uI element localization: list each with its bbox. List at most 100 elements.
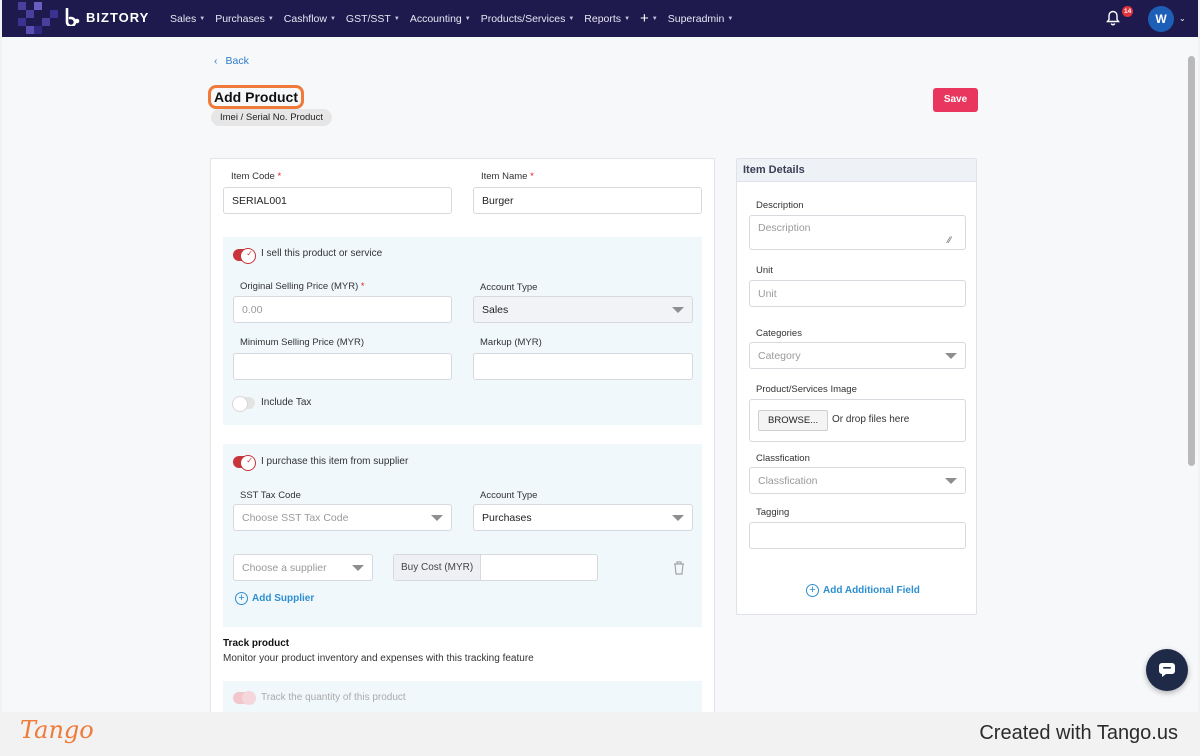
sell-panel: ✓ I sell this product or service Origina…	[223, 237, 702, 425]
add-additional-field-link[interactable]: + Add Additional Field	[806, 584, 920, 597]
vertical-scrollbar[interactable]	[1188, 56, 1195, 466]
menu-label: Superadmin	[667, 12, 725, 25]
description-textarea[interactable]: Description	[749, 215, 966, 250]
plus-icon: +	[640, 9, 649, 27]
menu-accounting[interactable]: Accounting ▼	[410, 13, 471, 25]
app-window: BIZTORY Sales ▼ Purchases ▼ Cashflow ▼ GST/…	[2, 0, 1198, 712]
label-text: Original Selling Price (MYR)	[240, 281, 359, 292]
back-label: Back	[225, 55, 249, 67]
include-tax-label: Include Tax	[261, 397, 312, 408]
browse-button[interactable]: BROWSE...	[758, 410, 829, 431]
trash-icon[interactable]	[672, 560, 686, 575]
item-code-input[interactable]: SERIAL001	[223, 187, 452, 214]
track-quantity-toggle[interactable]	[233, 691, 256, 705]
menu-label: Products/Services	[480, 12, 566, 25]
logo-pixel-pattern	[18, 2, 62, 36]
selling-price-label: Original Selling Price (MYR) *	[240, 281, 365, 292]
menu-label: Purchases	[215, 12, 265, 25]
min-price-label: Minimum Selling Price (MYR)	[240, 337, 365, 348]
tango-logo: Tango	[20, 716, 94, 744]
caret-down-icon: ▼	[568, 15, 575, 22]
menu-cashflow[interactable]: Cashflow ▼	[284, 13, 336, 25]
check-icon: ✓	[246, 456, 253, 465]
item-name-input[interactable]: Burger	[473, 187, 702, 214]
classification-select[interactable]: Classfication	[749, 467, 966, 494]
tango-footer: Tango Created with Tango.us	[0, 712, 1200, 756]
caret-down-icon: ▼	[329, 15, 336, 22]
check-icon: ✓	[246, 249, 253, 258]
add-supplier-label: Add Supplier	[252, 593, 315, 604]
bell-icon[interactable]	[1106, 10, 1120, 26]
menu-quick-add[interactable]: + ▼	[640, 9, 658, 27]
menu-label: Cashflow	[283, 12, 327, 25]
required-mark: *	[530, 171, 534, 182]
add-circle-icon: +	[235, 592, 248, 605]
dropdown-arrow-icon	[352, 564, 364, 571]
chevron-down-icon[interactable]: ⌄	[1179, 14, 1186, 23]
product-type-badge: Imei / Serial No. Product	[211, 109, 332, 126]
markup-input[interactable]	[473, 353, 693, 380]
title-highlight: Add Product	[208, 85, 304, 109]
caret-down-icon: ▼	[624, 15, 631, 22]
track-product-title: Track product	[223, 638, 290, 649]
categories-label: Categories	[756, 328, 802, 339]
add-circle-icon: +	[806, 584, 819, 597]
unit-label: Unit	[756, 265, 773, 276]
avatar[interactable]: W	[1148, 6, 1174, 32]
menu-products-services[interactable]: Products/Services ▼	[481, 13, 575, 25]
supplier-select[interactable]: Choose a supplier	[233, 554, 373, 581]
track-quantity-label: Track the quantity of this product	[261, 692, 406, 703]
select-placeholder: Choose SST Tax Code	[242, 511, 349, 524]
sst-code-select[interactable]: Choose SST Tax Code	[233, 504, 452, 531]
select-placeholder: Choose a supplier	[242, 561, 327, 574]
unit-input[interactable]: Unit	[749, 280, 966, 307]
item-code-label: Item Code *	[231, 171, 281, 182]
menu-sales[interactable]: Sales ▼	[170, 13, 205, 25]
biztory-logo[interactable]: BIZTORY	[64, 8, 149, 26]
add-supplier-link[interactable]: + Add Supplier	[235, 592, 314, 605]
menu-gst-sst[interactable]: GST/SST ▼	[346, 13, 400, 25]
menu-reports[interactable]: Reports ▼	[584, 13, 630, 25]
dropdown-arrow-icon	[672, 306, 684, 313]
save-button[interactable]: Save	[933, 88, 978, 112]
caret-down-icon: ▼	[464, 15, 471, 22]
dropdown-arrow-icon	[945, 352, 957, 359]
selling-price-input[interactable]: 0.00	[233, 296, 452, 323]
menu-label: GST/SST	[345, 12, 391, 25]
item-details-heading: Item Details	[737, 159, 976, 182]
menu-purchases[interactable]: Purchases ▼	[215, 13, 274, 25]
required-mark: *	[360, 281, 365, 292]
sell-toggle-label: I sell this product or service	[261, 248, 383, 259]
purchase-toggle[interactable]: ✓	[233, 455, 256, 471]
required-mark: *	[277, 171, 282, 182]
add-field-label: Add Additional Field	[823, 585, 920, 596]
purchase-toggle-label: I purchase this item from supplier	[261, 456, 409, 467]
purchase-account-type-select[interactable]: Purchases	[473, 504, 693, 531]
min-price-input[interactable]	[233, 353, 452, 380]
categories-select[interactable]: Category	[749, 342, 966, 369]
created-with-text: Created with Tango.us	[979, 722, 1178, 744]
caret-down-icon: ▼	[393, 15, 400, 22]
buy-cost-input-group[interactable]: Buy Cost (MYR)	[393, 554, 598, 581]
classification-label: Classfication	[756, 453, 810, 464]
caret-down-icon: ▼	[651, 15, 658, 22]
sell-account-type-label: Account Type	[480, 282, 538, 293]
textarea-placeholder: Description	[758, 222, 811, 234]
menu-superadmin[interactable]: Superadmin ▼	[668, 13, 734, 25]
sell-toggle[interactable]: ✓	[233, 248, 256, 264]
tagging-label: Tagging	[756, 507, 790, 518]
back-link[interactable]: ‹ Back	[214, 55, 249, 67]
include-tax-toggle[interactable]	[232, 396, 255, 412]
sell-account-type-select[interactable]: Sales	[473, 296, 693, 323]
label-text: Item Name	[481, 171, 528, 182]
label-text: Item Code	[231, 171, 275, 182]
menu-label: Reports	[584, 12, 622, 25]
tagging-input[interactable]	[749, 522, 966, 549]
dropdown-arrow-icon	[672, 514, 684, 521]
product-form-card: Item Code * SERIAL001 Item Name * Burger…	[210, 158, 715, 712]
chat-icon	[1159, 663, 1175, 677]
image-dropzone[interactable]: BROWSE... Or drop files here	[749, 399, 966, 442]
resize-handle-icon[interactable]: ⁄⁄	[948, 235, 951, 245]
chat-launcher[interactable]	[1146, 649, 1188, 691]
menu-label: Sales	[170, 12, 197, 25]
